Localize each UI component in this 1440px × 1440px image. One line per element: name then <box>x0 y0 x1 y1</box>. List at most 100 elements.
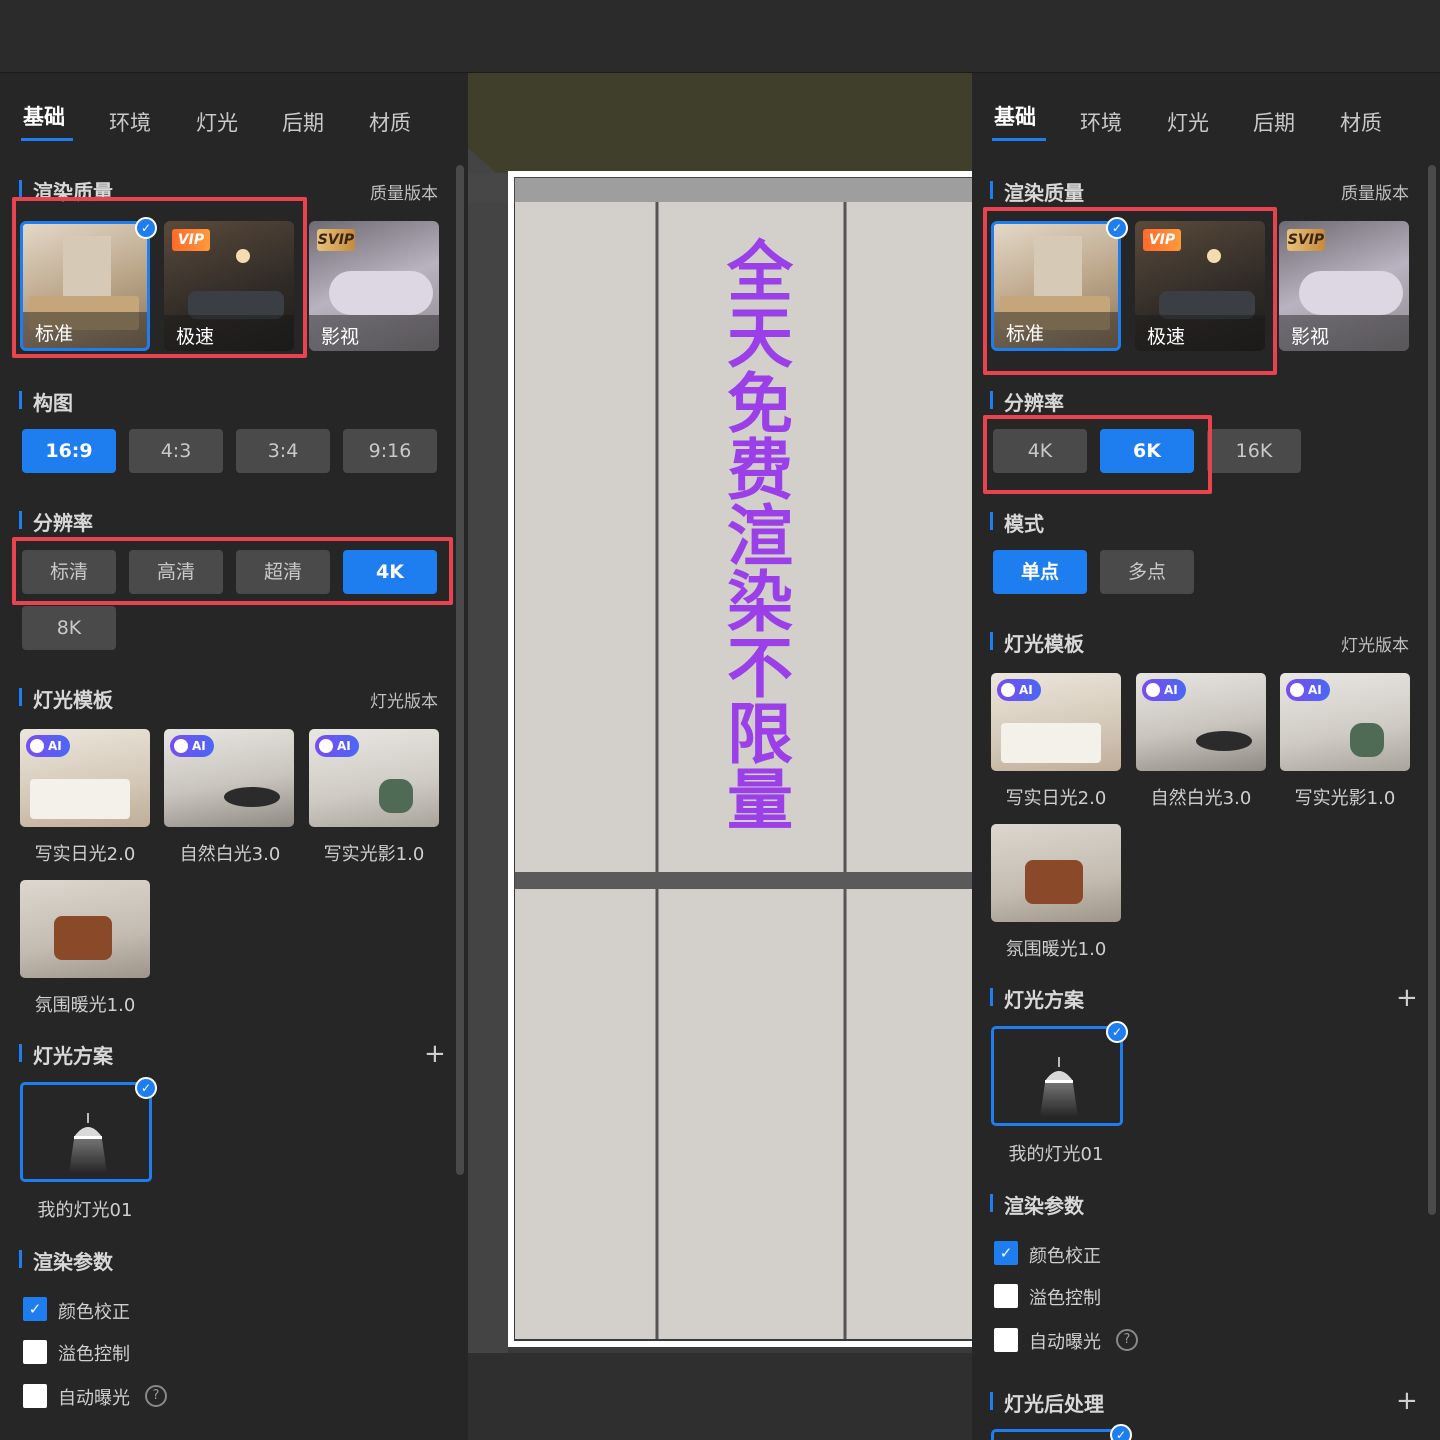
checkbox-label: 自动曝光 <box>1029 1332 1101 1353</box>
light-template-label: 写实日光2.0 <box>1005 788 1107 809</box>
section-title-render-params: 渲染参数 <box>19 1246 113 1275</box>
light-template-card[interactable]: AI <box>991 673 1121 771</box>
wardrobe-preview <box>468 73 972 1440</box>
render-settings-panel-right: 基础 环境 灯光 后期 材质 渲染质量 质量版本 标准 ✓ VIP 极速 SVI… <box>972 73 1440 1440</box>
section-title-light-template: 灯光模板 <box>19 684 113 713</box>
light-template-label: 写实光影1.0 <box>1294 788 1396 809</box>
quality-card-label: 影视 <box>1279 315 1409 351</box>
ratio-9-16-button[interactable]: 9:16 <box>343 429 437 473</box>
tab-basic[interactable]: 基础 <box>23 101 65 131</box>
tab-material[interactable]: 材质 <box>1340 107 1382 137</box>
quality-card-film[interactable]: SVIP 影视 <box>1279 221 1409 351</box>
section-title-render-quality: 渲染质量 <box>990 177 1084 206</box>
ratio-3-4-button[interactable]: 3:4 <box>236 429 330 473</box>
light-scheme-card[interactable] <box>20 1082 152 1182</box>
light-template-label: 写实日光2.0 <box>34 844 136 865</box>
checkbox-label: 颜色校正 <box>1029 1246 1101 1267</box>
light-scheme-card[interactable] <box>991 1026 1123 1126</box>
ai-badge: AI <box>170 735 214 757</box>
active-tab-indicator <box>21 138 73 141</box>
scrollbar[interactable] <box>456 165 464 1175</box>
checkbox-label: 颜色校正 <box>58 1302 130 1323</box>
light-version-link[interactable]: 灯光版本 <box>370 687 438 712</box>
add-light-scheme-button[interactable]: + <box>424 1041 446 1067</box>
light-template-card[interactable] <box>20 880 150 978</box>
light-version-link[interactable]: 灯光版本 <box>1341 631 1409 656</box>
auto-exposure-checkbox[interactable] <box>994 1328 1018 1352</box>
svip-badge: SVIP <box>1287 229 1325 251</box>
ai-badge: AI <box>997 679 1041 701</box>
light-template-label: 氛围暖光1.0 <box>34 995 136 1016</box>
color-correction-checkbox[interactable]: ✓ <box>23 1297 47 1321</box>
ai-badge: AI <box>1142 679 1186 701</box>
section-title-light-template: 灯光模板 <box>990 628 1084 657</box>
section-title-mode: 模式 <box>990 508 1044 537</box>
scrollbar[interactable] <box>1428 165 1436 1215</box>
selected-check-icon: ✓ <box>135 1077 157 1099</box>
tab-basic[interactable]: 基础 <box>994 101 1036 131</box>
light-template-card[interactable]: AI <box>20 729 150 827</box>
resolution-16k-button[interactable]: 16K <box>1207 429 1301 473</box>
svip-badge: SVIP <box>317 229 355 251</box>
light-template-label: 自然白光3.0 <box>1150 788 1252 809</box>
light-template-card[interactable]: AI <box>1136 673 1266 771</box>
lamp-icon <box>1040 1057 1078 1117</box>
add-light-scheme-button[interactable]: + <box>1396 985 1418 1011</box>
color-bleed-checkbox[interactable] <box>994 1284 1018 1308</box>
section-title-resolution: 分辨率 <box>990 387 1064 416</box>
resolution-8k-button[interactable]: 8K <box>22 606 116 650</box>
light-scheme-label: 我的灯光01 <box>37 1200 133 1221</box>
quality-version-link[interactable]: 质量版本 <box>1341 179 1409 204</box>
section-title-light-post: 灯光后处理 <box>990 1388 1104 1417</box>
selected-check-icon: ✓ <box>1106 1021 1128 1043</box>
checkbox-label: 溢色控制 <box>1029 1288 1101 1309</box>
ratio-16-9-button[interactable]: 16:9 <box>22 429 116 473</box>
section-title-render-params: 渲染参数 <box>990 1190 1084 1219</box>
light-scheme-label: 我的灯光01 <box>1008 1144 1104 1165</box>
promo-text: 全天免费渲染不限量 <box>727 234 793 839</box>
tab-environment[interactable]: 环境 <box>1080 107 1122 137</box>
tab-post[interactable]: 后期 <box>282 107 324 137</box>
section-title-light-scheme: 灯光方案 <box>990 984 1084 1013</box>
section-title-resolution: 分辨率 <box>19 507 93 536</box>
ai-badge: AI <box>1286 679 1330 701</box>
light-template-card[interactable]: AI <box>309 729 439 827</box>
mode-single-button[interactable]: 单点 <box>993 550 1087 594</box>
quality-card-label: 影视 <box>309 315 439 351</box>
light-post-card[interactable] <box>991 1429 1123 1440</box>
quality-version-link[interactable]: 质量版本 <box>370 179 438 204</box>
tab-lighting[interactable]: 灯光 <box>196 107 238 137</box>
lamp-icon <box>69 1113 107 1173</box>
tab-material[interactable]: 材质 <box>369 107 411 137</box>
light-template-card[interactable]: AI <box>1280 673 1410 771</box>
panel-tabs: 基础 环境 灯光 后期 材质 <box>0 73 468 145</box>
highlight-box <box>12 537 453 605</box>
section-title-composition: 构图 <box>19 387 73 416</box>
tab-post[interactable]: 后期 <box>1253 107 1295 137</box>
light-template-label: 氛围暖光1.0 <box>1005 939 1107 960</box>
light-template-label: 写实光影1.0 <box>323 844 425 865</box>
tab-lighting[interactable]: 灯光 <box>1167 107 1209 137</box>
help-icon[interactable]: ? <box>1116 1329 1138 1351</box>
scene-viewport[interactable] <box>468 73 972 1440</box>
add-light-post-button[interactable]: + <box>1396 1388 1418 1414</box>
checkbox-label: 自动曝光 <box>58 1388 130 1409</box>
light-template-card[interactable]: AI <box>164 729 294 827</box>
render-settings-panel-left: 基础 环境 灯光 后期 材质 渲染质量 质量版本 标准 ✓ VIP 极速 SVI… <box>0 73 468 1440</box>
section-title-light-scheme: 灯光方案 <box>19 1040 113 1069</box>
light-template-card[interactable] <box>991 824 1121 922</box>
ai-badge: AI <box>315 735 359 757</box>
auto-exposure-checkbox[interactable] <box>23 1384 47 1408</box>
help-icon[interactable]: ? <box>145 1385 167 1407</box>
highlight-box <box>983 415 1212 494</box>
mode-multi-button[interactable]: 多点 <box>1100 550 1194 594</box>
color-bleed-checkbox[interactable] <box>23 1340 47 1364</box>
light-template-label: 自然白光3.0 <box>179 844 281 865</box>
color-correction-checkbox[interactable]: ✓ <box>994 1241 1018 1265</box>
ai-badge: AI <box>26 735 70 757</box>
selected-check-icon: ✓ <box>1110 1424 1132 1440</box>
quality-card-film[interactable]: SVIP 影视 <box>309 221 439 351</box>
highlight-box <box>983 207 1277 375</box>
ratio-4-3-button[interactable]: 4:3 <box>129 429 223 473</box>
tab-environment[interactable]: 环境 <box>109 107 151 137</box>
